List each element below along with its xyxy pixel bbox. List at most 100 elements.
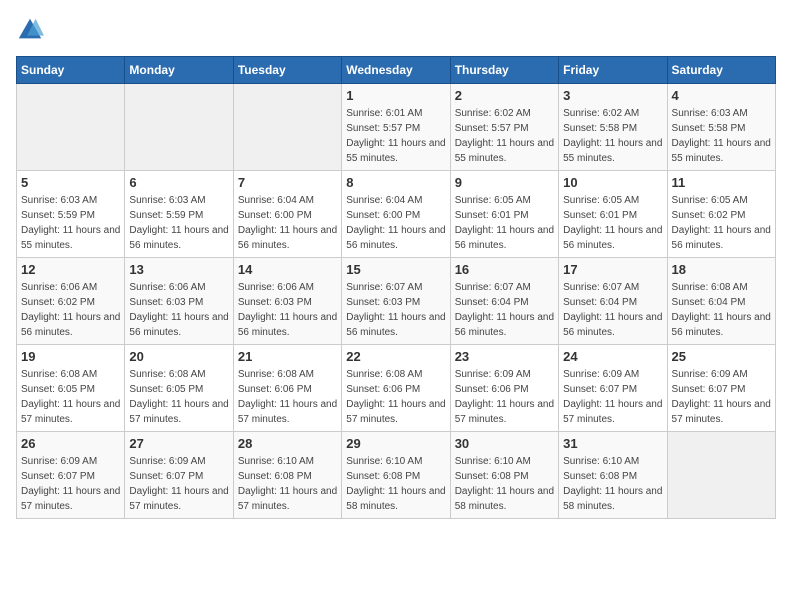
day-info: Sunrise: 6:08 AMSunset: 6:05 PMDaylight:… [21, 367, 120, 427]
weekday-header-tuesday: Tuesday [233, 57, 341, 84]
calendar-cell: 28 Sunrise: 6:10 AMSunset: 6:08 PMDayligh… [233, 432, 341, 519]
day-number: 15 [346, 262, 445, 277]
day-info: Sunrise: 6:06 AMSunset: 6:02 PMDaylight:… [21, 280, 120, 340]
day-info: Sunrise: 6:03 AMSunset: 5:59 PMDaylight:… [129, 193, 228, 253]
calendar-cell: 17 Sunrise: 6:07 AMSunset: 6:04 PMDayligh… [559, 258, 667, 345]
day-number: 4 [672, 88, 771, 103]
calendar-cell: 30 Sunrise: 6:10 AMSunset: 6:08 PMDayligh… [450, 432, 558, 519]
day-info: Sunrise: 6:09 AMSunset: 6:07 PMDaylight:… [563, 367, 662, 427]
calendar-cell: 31 Sunrise: 6:10 AMSunset: 6:08 PMDayligh… [559, 432, 667, 519]
day-number: 19 [21, 349, 120, 364]
day-number: 27 [129, 436, 228, 451]
day-info: Sunrise: 6:09 AMSunset: 6:07 PMDaylight:… [21, 454, 120, 514]
day-info: Sunrise: 6:06 AMSunset: 6:03 PMDaylight:… [238, 280, 337, 340]
calendar-cell: 10 Sunrise: 6:05 AMSunset: 6:01 PMDayligh… [559, 171, 667, 258]
calendar-cell: 8 Sunrise: 6:04 AMSunset: 6:00 PMDaylight… [342, 171, 450, 258]
calendar-cell: 3Sunrise: 6:02 AMSunset: 5:58 PMDaylight… [559, 84, 667, 171]
calendar-week-row: 5 Sunrise: 6:03 AMSunset: 5:59 PMDaylight… [17, 171, 776, 258]
day-number: 6 [129, 175, 228, 190]
calendar-cell: 12 Sunrise: 6:06 AMSunset: 6:02 PMDayligh… [17, 258, 125, 345]
day-number: 12 [21, 262, 120, 277]
calendar-cell: 15 Sunrise: 6:07 AMSunset: 6:03 PMDayligh… [342, 258, 450, 345]
calendar-cell: 22 Sunrise: 6:08 AMSunset: 6:06 PMDayligh… [342, 345, 450, 432]
day-info: Sunrise: 6:10 AMSunset: 6:08 PMDaylight:… [346, 454, 445, 514]
day-info: Sunrise: 6:07 AMSunset: 6:04 PMDaylight:… [563, 280, 662, 340]
day-number: 10 [563, 175, 662, 190]
calendar-header-row: SundayMondayTuesdayWednesdayThursdayFrid… [17, 57, 776, 84]
day-info: Sunrise: 6:05 AMSunset: 6:01 PMDaylight:… [455, 193, 554, 253]
day-number: 2 [455, 88, 554, 103]
weekday-header-wednesday: Wednesday [342, 57, 450, 84]
weekday-header-monday: Monday [125, 57, 233, 84]
calendar-cell: 21 Sunrise: 6:08 AMSunset: 6:06 PMDayligh… [233, 345, 341, 432]
calendar-cell: 25Sunrise: 6:09 AMSunset: 6:07 PMDayligh… [667, 345, 775, 432]
day-number: 29 [346, 436, 445, 451]
calendar-cell: 27 Sunrise: 6:09 AMSunset: 6:07 PMDayligh… [125, 432, 233, 519]
day-number: 23 [455, 349, 554, 364]
day-info: Sunrise: 6:07 AMSunset: 6:03 PMDaylight:… [346, 280, 445, 340]
logo-icon [16, 16, 44, 44]
calendar-cell: 18 Sunrise: 6:08 AMSunset: 6:04 PMDayligh… [667, 258, 775, 345]
day-info: Sunrise: 6:10 AMSunset: 6:08 PMDaylight:… [238, 454, 337, 514]
weekday-header-friday: Friday [559, 57, 667, 84]
day-number: 24 [563, 349, 662, 364]
day-info: Sunrise: 6:03 AMSunset: 5:59 PMDaylight:… [21, 193, 120, 253]
day-number: 11 [672, 175, 771, 190]
day-info: Sunrise: 6:07 AMSunset: 6:04 PMDaylight:… [455, 280, 554, 340]
day-info: Sunrise: 6:09 AMSunset: 6:07 PMDaylight:… [129, 454, 228, 514]
day-info: Sunrise: 6:04 AMSunset: 6:00 PMDaylight:… [346, 193, 445, 253]
calendar-cell: 7 Sunrise: 6:04 AMSunset: 6:00 PMDaylight… [233, 171, 341, 258]
day-info: Sunrise: 6:08 AMSunset: 6:06 PMDaylight:… [238, 367, 337, 427]
day-number: 5 [21, 175, 120, 190]
weekday-header-saturday: Saturday [667, 57, 775, 84]
day-info: Sunrise: 6:01 AMSunset: 5:57 PMDaylight:… [346, 106, 445, 166]
calendar-week-row: 26Sunrise: 6:09 AMSunset: 6:07 PMDayligh… [17, 432, 776, 519]
day-number: 14 [238, 262, 337, 277]
calendar-cell [667, 432, 775, 519]
day-info: Sunrise: 6:08 AMSunset: 6:06 PMDaylight:… [346, 367, 445, 427]
calendar-cell: 26Sunrise: 6:09 AMSunset: 6:07 PMDayligh… [17, 432, 125, 519]
calendar-cell: 9 Sunrise: 6:05 AMSunset: 6:01 PMDaylight… [450, 171, 558, 258]
day-number: 8 [346, 175, 445, 190]
calendar-week-row: 19 Sunrise: 6:08 AMSunset: 6:05 PMDayligh… [17, 345, 776, 432]
calendar-cell: 20Sunrise: 6:08 AMSunset: 6:05 PMDayligh… [125, 345, 233, 432]
day-info: Sunrise: 6:03 AMSunset: 5:58 PMDaylight:… [672, 106, 771, 166]
day-number: 16 [455, 262, 554, 277]
calendar-cell: 29 Sunrise: 6:10 AMSunset: 6:08 PMDayligh… [342, 432, 450, 519]
day-number: 25 [672, 349, 771, 364]
day-info: Sunrise: 6:05 AMSunset: 6:02 PMDaylight:… [672, 193, 771, 253]
day-info: Sunrise: 6:09 AMSunset: 6:06 PMDaylight:… [455, 367, 554, 427]
day-info: Sunrise: 6:10 AMSunset: 6:08 PMDaylight:… [563, 454, 662, 514]
calendar-cell: 19 Sunrise: 6:08 AMSunset: 6:05 PMDayligh… [17, 345, 125, 432]
weekday-header-thursday: Thursday [450, 57, 558, 84]
day-number: 31 [563, 436, 662, 451]
calendar-week-row: 12 Sunrise: 6:06 AMSunset: 6:02 PMDayligh… [17, 258, 776, 345]
calendar-cell: 16 Sunrise: 6:07 AMSunset: 6:04 PMDayligh… [450, 258, 558, 345]
day-info: Sunrise: 6:10 AMSunset: 6:08 PMDaylight:… [455, 454, 554, 514]
day-number: 20 [129, 349, 228, 364]
day-info: Sunrise: 6:04 AMSunset: 6:00 PMDaylight:… [238, 193, 337, 253]
logo [16, 16, 48, 44]
day-number: 7 [238, 175, 337, 190]
calendar-cell: 4 Sunrise: 6:03 AMSunset: 5:58 PMDaylight… [667, 84, 775, 171]
calendar-week-row: 1 Sunrise: 6:01 AMSunset: 5:57 PMDaylight… [17, 84, 776, 171]
day-number: 22 [346, 349, 445, 364]
day-number: 18 [672, 262, 771, 277]
page-header [16, 16, 776, 44]
day-number: 17 [563, 262, 662, 277]
day-info: Sunrise: 6:02 AMSunset: 5:57 PMDaylight:… [455, 106, 554, 166]
calendar-table: SundayMondayTuesdayWednesdayThursdayFrid… [16, 56, 776, 519]
day-info: Sunrise: 6:08 AMSunset: 6:04 PMDaylight:… [672, 280, 771, 340]
calendar-cell: 6 Sunrise: 6:03 AMSunset: 5:59 PMDaylight… [125, 171, 233, 258]
calendar-cell: 1 Sunrise: 6:01 AMSunset: 5:57 PMDaylight… [342, 84, 450, 171]
day-number: 1 [346, 88, 445, 103]
day-number: 3 [563, 88, 662, 103]
weekday-header-sunday: Sunday [17, 57, 125, 84]
day-number: 28 [238, 436, 337, 451]
day-number: 9 [455, 175, 554, 190]
calendar-cell: 11 Sunrise: 6:05 AMSunset: 6:02 PMDayligh… [667, 171, 775, 258]
day-number: 21 [238, 349, 337, 364]
calendar-cell: 14 Sunrise: 6:06 AMSunset: 6:03 PMDayligh… [233, 258, 341, 345]
day-number: 30 [455, 436, 554, 451]
day-info: Sunrise: 6:05 AMSunset: 6:01 PMDaylight:… [563, 193, 662, 253]
